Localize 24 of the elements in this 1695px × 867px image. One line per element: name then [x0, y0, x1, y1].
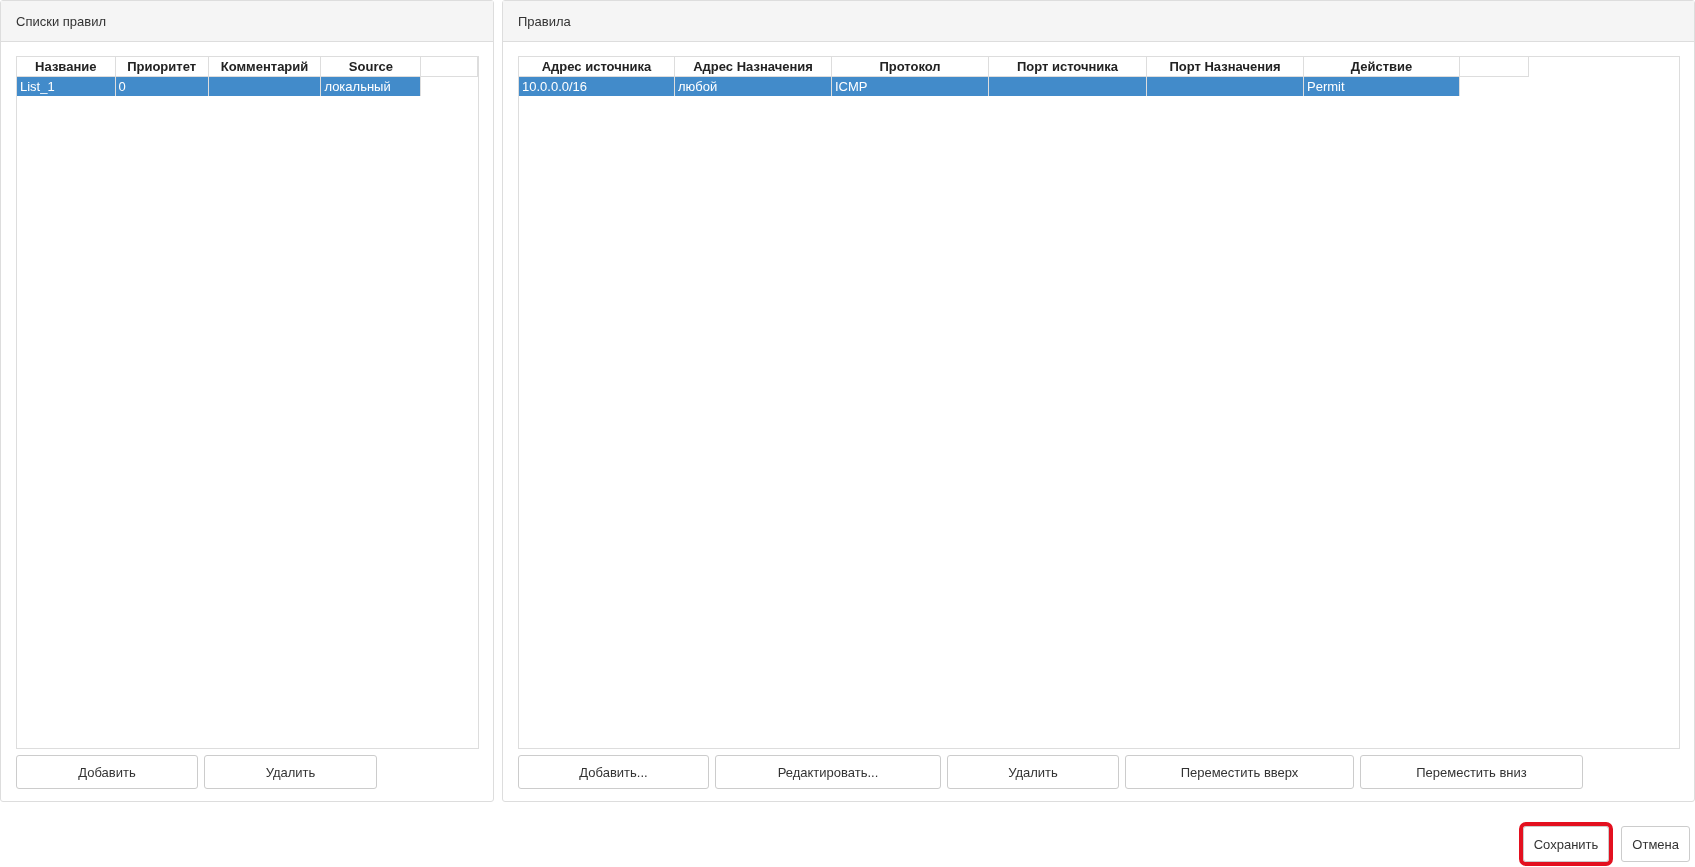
action-button[interactable]: Добавить...: [518, 755, 709, 789]
column-header: Действие: [1303, 57, 1460, 77]
table-cell: List_1: [17, 76, 116, 96]
action-button[interactable]: Редактировать...: [715, 755, 941, 789]
action-button[interactable]: Переместить вниз: [1360, 755, 1583, 789]
column-header: Адрес источника: [519, 57, 675, 77]
column-header: Протокол: [831, 57, 989, 77]
column-header: Приоритет: [115, 57, 209, 77]
column-header: Порт источника: [988, 57, 1147, 77]
panel-title: Правила: [518, 13, 571, 29]
action-button[interactable]: Удалить: [204, 755, 377, 789]
table-row[interactable]: 10.0.0.0/16 любой ICMP Permit: [519, 76, 1529, 96]
column-header: Source: [320, 57, 421, 77]
column-header: Название: [17, 57, 116, 77]
column-header: Адрес Назначения: [674, 57, 832, 77]
table-cell: 10.0.0.0/16: [519, 76, 675, 96]
column-header: Комментарий: [208, 57, 321, 77]
table-row[interactable]: List_1 0 локальный: [17, 76, 478, 96]
panel-title: Списки правил: [16, 13, 106, 29]
column-header: Порт Назначения: [1146, 57, 1304, 77]
action-button[interactable]: Добавить: [16, 755, 198, 789]
action-button[interactable]: Удалить: [947, 755, 1119, 789]
action-button[interactable]: Переместить вверх: [1125, 755, 1354, 789]
dialog-button[interactable]: Отмена: [1621, 826, 1690, 862]
